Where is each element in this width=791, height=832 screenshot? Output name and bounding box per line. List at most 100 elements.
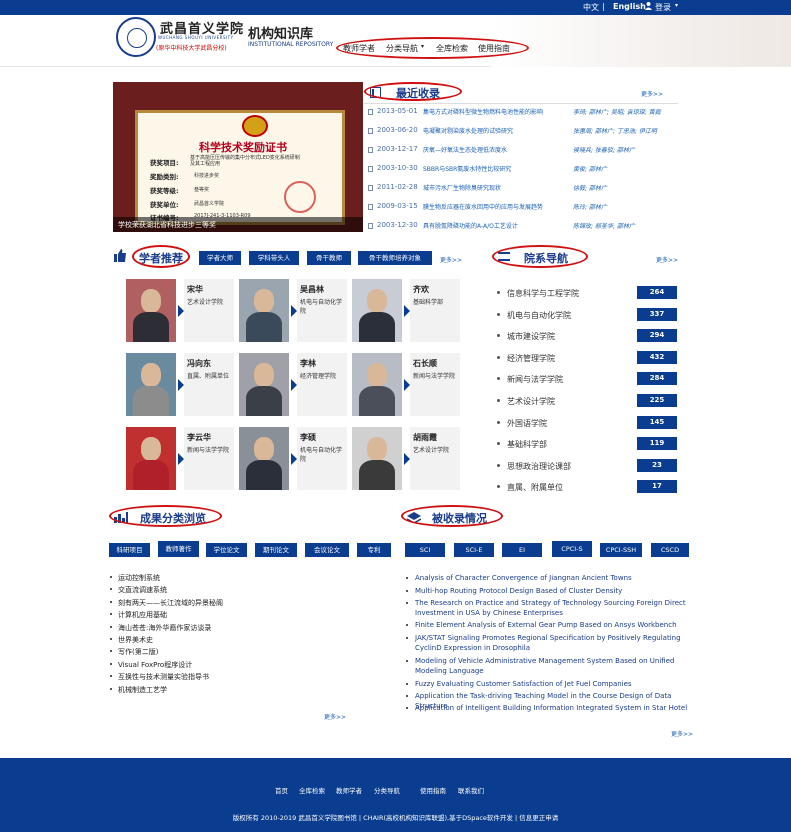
category-item-link[interactable]: 世界美术史 [118, 635, 153, 645]
department-item[interactable]: 外国语学院 145 [497, 415, 677, 430]
scholar-name-link[interactable]: 石长顺 [413, 358, 437, 369]
category-item-link[interactable]: 海山苍苍:海外华裔作家访谈录 [118, 623, 211, 633]
department-count-badge[interactable]: 119 [637, 437, 677, 451]
slideshow-caption[interactable]: 学校荣获湖北省科技进步三等奖 [113, 217, 363, 232]
department-count-badge[interactable]: 225 [637, 394, 677, 407]
scholar-photo[interactable] [239, 279, 289, 342]
scholar-name-link[interactable]: 冯向东 [187, 358, 211, 369]
recent-item-authors-link[interactable]: 徐毅; 邵林广 [573, 183, 607, 192]
category-tab[interactable]: 教师著作 [158, 541, 199, 557]
scholar-card[interactable]: 胡雨霞 艺术设计学院 [352, 427, 460, 490]
lang-english-link[interactable]: English [613, 2, 646, 11]
scholar-name-link[interactable]: 李云华 [187, 432, 211, 443]
footer-link-contact[interactable]: 联系我们 [458, 785, 484, 795]
indexed-item-link[interactable]: Finite Element Analysis of External Gear… [415, 620, 705, 630]
department-item[interactable]: 信息科学与工程学院 264 [497, 286, 677, 300]
category-tab[interactable]: 学位论文 [206, 543, 247, 557]
scholar-name-link[interactable]: 吴昌林 [300, 284, 324, 295]
university-seal-logo[interactable] [116, 17, 156, 57]
department-name-link[interactable]: 机电与自动化学院 [507, 310, 571, 321]
category-item-link[interactable]: 写作(第二版) [118, 647, 158, 657]
indexed-item-link[interactable]: Analysis of Character Convergence of Jia… [415, 573, 705, 583]
department-name-link[interactable]: 基础科学部 [507, 439, 547, 450]
footer-link-home[interactable]: 首页 [275, 785, 288, 795]
scholar-card[interactable]: 吴昌林 机电与自动化学院 [239, 279, 347, 342]
lang-chinese-link[interactable]: 中文 [583, 2, 599, 13]
department-count-badge[interactable]: 145 [637, 415, 677, 429]
department-count-badge[interactable]: 23 [637, 458, 677, 472]
scholar-photo[interactable] [126, 427, 176, 490]
scholar-photo[interactable] [352, 279, 402, 342]
scholar-name-link[interactable]: 李林 [300, 358, 316, 369]
category-item-link[interactable]: Visual FoxPro程序设计 [118, 660, 192, 670]
scholar-card[interactable]: 宋华 艺术设计学院 [126, 279, 234, 342]
scholars-tab-backbone[interactable]: 骨干教师 [307, 251, 351, 265]
indexed-item-link[interactable]: Modeling of Vehicle Administrative Manag… [415, 656, 705, 676]
recent-item-authors-link[interactable]: 侯晓兵; 张春驳; 邵林广 [573, 145, 635, 154]
scholar-photo[interactable] [126, 279, 176, 342]
department-item[interactable]: 艺术设计学院 225 [497, 394, 677, 408]
scholar-card[interactable]: 李云华 新闻与法学学院 [126, 427, 234, 490]
department-name-link[interactable]: 新闻与法学学院 [507, 374, 563, 385]
department-name-link[interactable]: 思想政治理论课部 [507, 461, 571, 472]
footer-link-guide[interactable]: 使用指南 [420, 785, 446, 795]
department-count-badge[interactable]: 432 [637, 350, 677, 364]
department-count-badge[interactable]: 17 [637, 480, 677, 494]
indexed-item-link[interactable]: JAK/STAT Signaling Promotes Regional Spe… [415, 633, 705, 653]
scholars-tab-masters[interactable]: 学者大师 [199, 251, 241, 265]
recent-item-authors-link[interactable]: 张惠周; 邵林广; 丁忠浩; 伊江明 [573, 126, 657, 135]
department-item[interactable]: 思想政治理论课部 23 [497, 458, 677, 473]
scholar-name-link[interactable]: 齐欢 [413, 284, 429, 295]
indexed-tab[interactable]: SCI [405, 543, 445, 557]
indexed-item-link[interactable]: Multi-hop Routing Protocol Design Based … [415, 586, 705, 596]
department-item[interactable]: 城市建设学院 294 [497, 329, 677, 343]
department-item[interactable]: 基础科学部 119 [497, 437, 677, 451]
indexed-tab[interactable]: EI [502, 543, 542, 557]
indexed-tab[interactable]: SCI-E [454, 543, 494, 557]
indexed-tab[interactable]: CPCI-SSH [600, 543, 642, 557]
department-name-link[interactable]: 外国语学院 [507, 418, 547, 429]
scholar-card[interactable]: 齐欢 基础科学部 [352, 279, 460, 342]
department-count-badge[interactable]: 284 [637, 372, 677, 386]
scholar-name-link[interactable]: 胡雨霞 [413, 432, 437, 443]
category-item-link[interactable]: 交直流调速系统 [118, 585, 167, 595]
department-item[interactable]: 机电与自动化学院 337 [497, 307, 677, 322]
recent-item-title-link[interactable]: 膜生物反应器在废水回用中的应用与发展趋势 [423, 202, 543, 211]
department-count-badge[interactable]: 294 [637, 329, 677, 343]
recent-item-title-link[interactable]: 电凝聚对剔染废水处理的试验研究 [423, 126, 513, 135]
category-tab[interactable]: 科研项目 [109, 543, 150, 557]
indexed-item-link[interactable]: The Research on Practice and Strategy of… [415, 598, 705, 618]
recent-item-authors-link[interactable]: 陈玲; 邵林广 [573, 202, 607, 211]
recent-item-authors-link[interactable]: 李琦; 邵林广; 吴昭; 袁琼琛; 黄霞 [573, 107, 661, 116]
recent-item-title-link[interactable]: 具有脱氮降磷功能的A-A/O工艺设计 [423, 221, 518, 230]
recent-item-authors-link[interactable]: 黄俊; 邵林广 [573, 164, 607, 173]
departments-more-link[interactable]: 更多>> [656, 255, 678, 264]
recent-item-authors-link[interactable]: 陈锦玫; 郝圣华; 邵林广 [573, 221, 635, 230]
category-item-link[interactable]: 机械制造工艺学 [118, 685, 167, 695]
indexed-item-link[interactable]: Fuzzy Evaluating Customer Satisfaction o… [415, 679, 705, 689]
scholars-tab-leaders[interactable]: 学科带头人 [249, 251, 299, 265]
scholar-photo[interactable] [352, 427, 402, 490]
indexed-tab[interactable]: CSCD [651, 543, 689, 557]
department-name-link[interactable]: 直属、附属单位 [507, 482, 563, 493]
department-count-badge[interactable]: 264 [637, 286, 677, 299]
category-tab[interactable]: 期刊论文 [255, 543, 297, 557]
news-slideshow[interactable]: 科学技术奖励证书 获奖项目: 基于高能压压传输的集中分布式LED变化系统研制及其… [113, 82, 363, 232]
department-name-link[interactable]: 城市建设学院 [507, 331, 555, 342]
scholar-name-link[interactable]: 宋华 [187, 284, 203, 295]
footer-link-search[interactable]: 全库检索 [299, 785, 325, 795]
department-item[interactable]: 直属、附属单位 17 [497, 480, 677, 494]
scholar-card[interactable]: 石长顺 新闻与法学学院 [352, 353, 460, 416]
recent-item-title-link[interactable]: 城市污水厂生物除臭研究现状 [423, 183, 501, 192]
footer-link-category[interactable]: 分类导航 [374, 785, 400, 795]
department-item[interactable]: 经济管理学院 432 [497, 350, 677, 365]
category-item-link[interactable]: 刻有两天——长江流域的异景秘阁 [118, 598, 223, 608]
category-item-link[interactable]: 运动控制系统 [118, 573, 160, 583]
category-tab[interactable]: 会议论文 [305, 543, 349, 557]
scholar-card[interactable]: 李林 经济管理学院 [239, 353, 347, 416]
scholar-card[interactable]: 李硕 机电与自动化学院 [239, 427, 347, 490]
category-item-link[interactable]: 计算机应用基础 [118, 610, 167, 620]
indexed-tab[interactable]: CPCI-S [552, 541, 592, 557]
scholar-photo[interactable] [126, 353, 176, 416]
categories-more-link[interactable]: 更多>> [324, 712, 346, 721]
